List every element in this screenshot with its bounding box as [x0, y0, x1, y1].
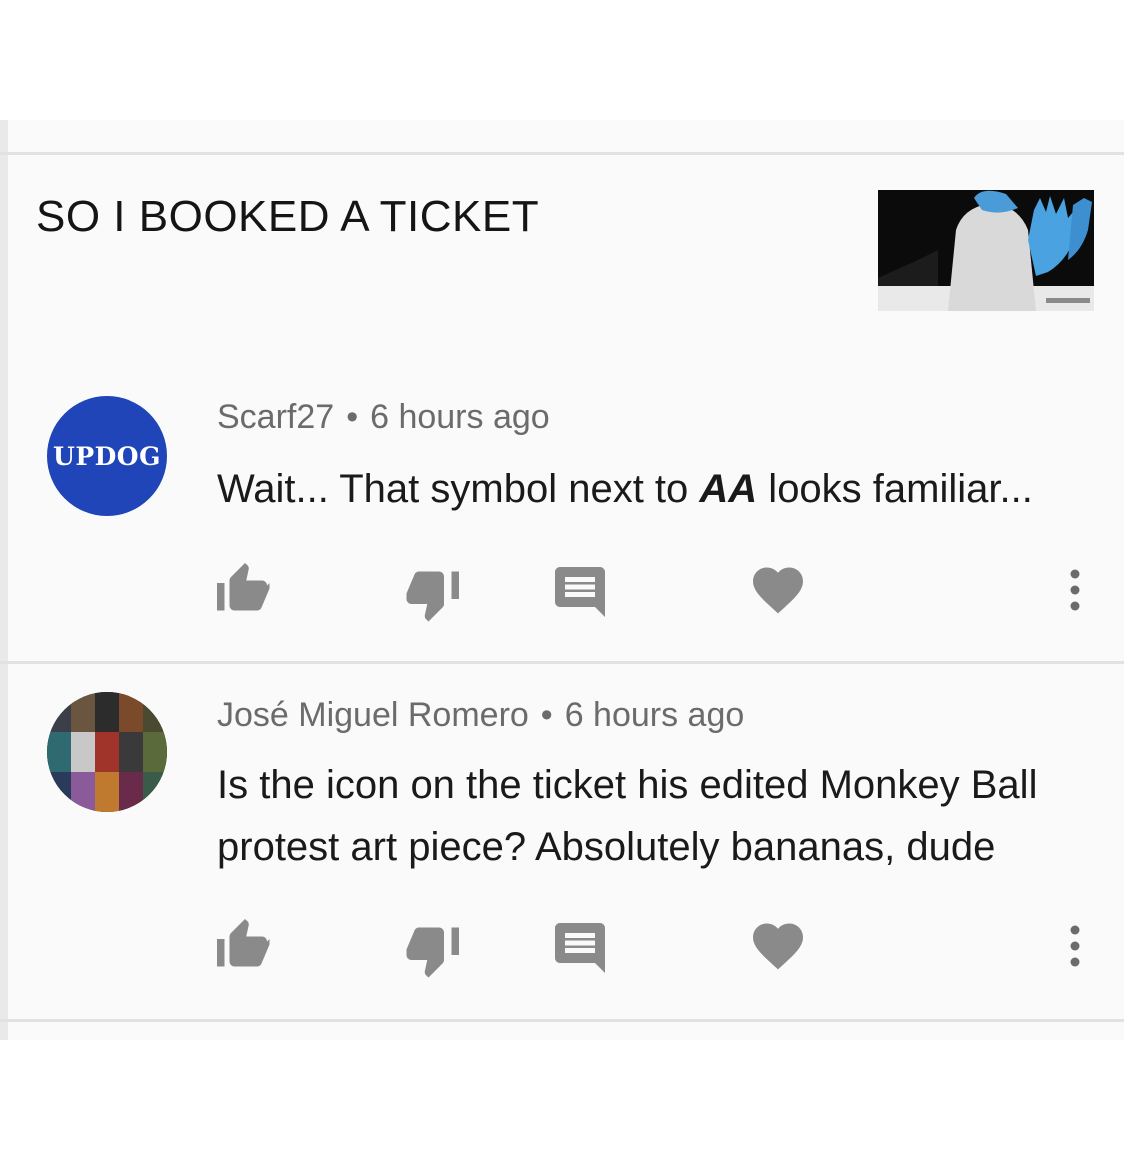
- comment-text-line: Is the icon on the ticket his edited Mon…: [217, 763, 1038, 807]
- avatar[interactable]: [47, 692, 167, 812]
- comment-author[interactable]: Scarf27: [217, 398, 334, 436]
- thumbs-down-icon[interactable]: [404, 564, 464, 624]
- comment-author[interactable]: José Miguel Romero: [217, 696, 529, 734]
- thumbnail-image: [878, 190, 1094, 311]
- heart-icon[interactable]: [748, 916, 808, 976]
- top-divider: [0, 152, 1124, 155]
- comment-text: Is the icon on the ticket his edited Mon…: [217, 754, 1097, 878]
- thumbs-down-icon[interactable]: [404, 920, 464, 980]
- comment-meta: Scarf27 • 6 hours ago: [217, 398, 550, 437]
- comment-text-part: Wait... That symbol next to: [217, 467, 700, 511]
- comment-time: 6 hours ago: [564, 696, 745, 734]
- comment-text-emphasis: AA: [699, 467, 758, 511]
- meta-separator: •: [540, 696, 553, 734]
- video-thumbnail[interactable]: [878, 190, 1094, 311]
- heart-icon[interactable]: [748, 560, 808, 620]
- more-vertical-icon[interactable]: [1065, 566, 1085, 614]
- avatar-image: [47, 692, 167, 812]
- comment-text-line: protest art piece? Absolutely bananas, d…: [217, 825, 996, 869]
- comment-text-part: looks familiar...: [757, 467, 1033, 511]
- comment-meta: José Miguel Romero • 6 hours ago: [217, 696, 744, 735]
- bottom-divider: [0, 1019, 1124, 1022]
- comment-divider: [0, 661, 1124, 664]
- comment-text: Wait... That symbol next to AA looks fam…: [217, 458, 1097, 520]
- avatar-text: UPDOG: [53, 441, 161, 471]
- thumbs-up-icon[interactable]: [212, 558, 272, 618]
- avatar[interactable]: UPDOG: [47, 396, 167, 516]
- more-vertical-icon[interactable]: [1065, 922, 1085, 970]
- meta-separator: •: [346, 398, 359, 436]
- comment-time: 6 hours ago: [370, 398, 550, 436]
- video-title: SO I BOOKED A TICKET: [36, 192, 540, 241]
- comment-icon[interactable]: [550, 918, 610, 978]
- thumbs-up-icon[interactable]: [212, 914, 272, 974]
- comment-icon[interactable]: [550, 562, 610, 622]
